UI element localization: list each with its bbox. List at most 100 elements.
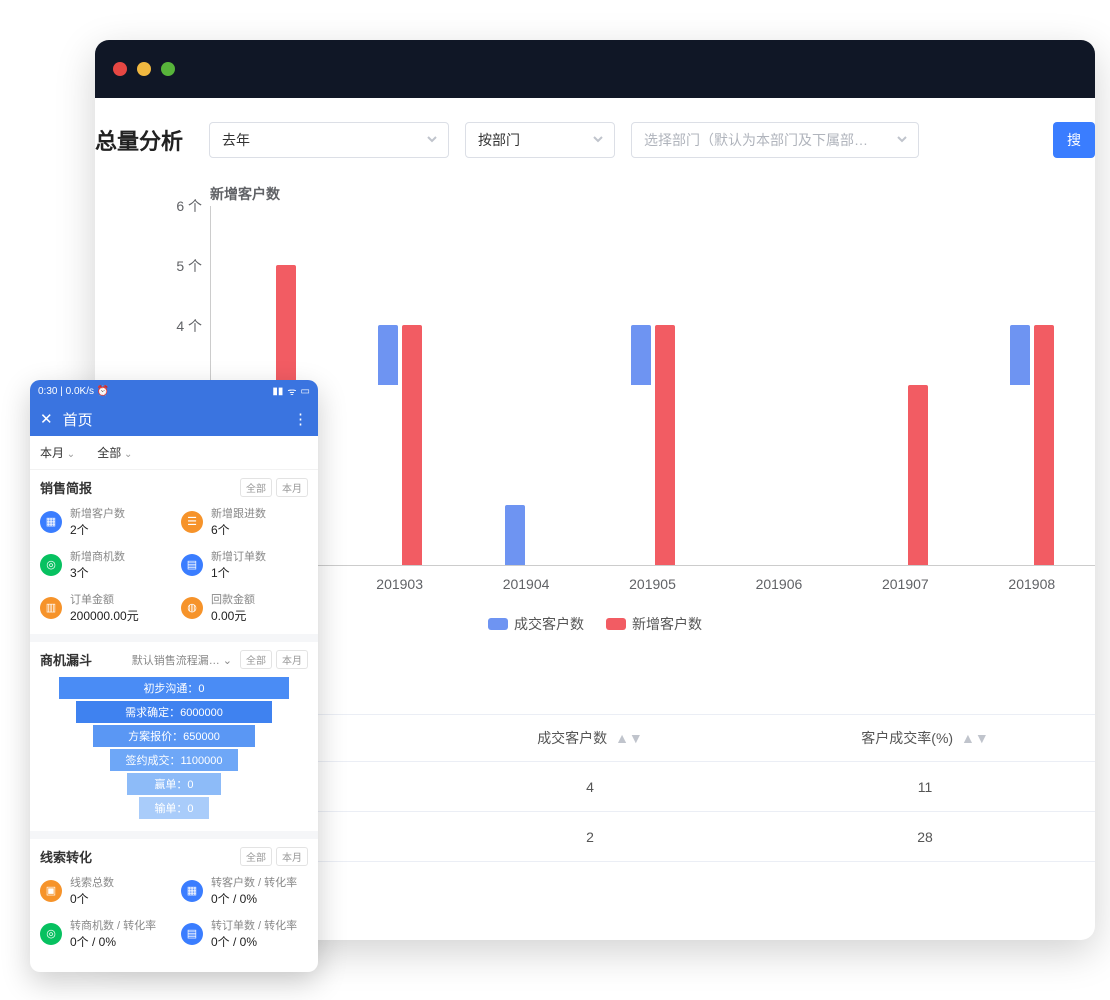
x-tick: 201908 bbox=[1008, 576, 1055, 592]
chip-all[interactable]: 全部 bbox=[240, 847, 272, 866]
bar bbox=[378, 325, 398, 385]
mobile-statusbar: 0:30 | 0.0K/s ⏰ ▮▮ ᯤ ▭ bbox=[30, 380, 318, 402]
stat-value: 6个 bbox=[211, 521, 266, 538]
chip-month[interactable]: 本月 bbox=[276, 478, 308, 497]
close-icon[interactable]: ✕ bbox=[40, 410, 53, 428]
stat-value: 0个 bbox=[70, 890, 114, 907]
window-maximize-icon[interactable] bbox=[161, 62, 175, 76]
chart-title: 新增客户数 bbox=[210, 184, 1095, 204]
sort-icon[interactable]: ▲▼ bbox=[615, 736, 643, 741]
divider bbox=[30, 634, 318, 642]
funnel-stage: 方案报价：650000 bbox=[93, 725, 255, 747]
bar bbox=[1010, 325, 1030, 385]
bar bbox=[402, 325, 422, 565]
window-close-icon[interactable] bbox=[113, 62, 127, 76]
toolbar: 总量分析 去年 按部门 选择部门（默认为本部门及下属部… 搜 bbox=[95, 98, 1095, 158]
chip-all[interactable]: 全部 bbox=[240, 478, 272, 497]
time-range-value: 去年 bbox=[222, 130, 250, 150]
stat-item[interactable]: ◎新增商机数3个 bbox=[40, 548, 167, 581]
th-deal-customers[interactable]: 成交客户数 ▲▼ bbox=[425, 728, 755, 748]
stat-value: 0个 / 0% bbox=[211, 890, 297, 907]
x-tick: 201903 bbox=[376, 576, 423, 592]
stat-item[interactable]: ▦新增客户数2个 bbox=[40, 505, 167, 538]
battery-icon: ▭ bbox=[301, 386, 310, 397]
bar-group bbox=[884, 385, 928, 565]
bar bbox=[655, 325, 675, 565]
stat-item[interactable]: ▥ 订单金额200000.00元 bbox=[40, 591, 167, 624]
mobile-appbar: ✕ 首页 ⋮ bbox=[30, 402, 318, 436]
stat-label: 转客户数 / 转化率 bbox=[211, 874, 297, 890]
bar bbox=[505, 505, 525, 565]
funnel-stage: 签约成交：1100000 bbox=[110, 749, 238, 771]
stat-icon: ▦ bbox=[181, 880, 203, 902]
stat-label: 新增商机数 bbox=[70, 548, 125, 564]
stat-icon: ◍ bbox=[181, 597, 203, 619]
bar-group bbox=[631, 325, 675, 565]
window-titlebar bbox=[95, 40, 1095, 98]
stat-value: 0个 / 0% bbox=[211, 933, 297, 950]
stat-icon: ☰ bbox=[181, 511, 203, 533]
stat-value: 0.00元 bbox=[211, 607, 255, 624]
x-axis: 2019022019032019042019052019062019072019… bbox=[210, 572, 1095, 596]
window-minimize-icon[interactable] bbox=[137, 62, 151, 76]
funnel-selector[interactable]: 默认销售流程漏… ⌄ bbox=[132, 652, 232, 668]
stat-label: 订单金额 bbox=[70, 591, 139, 607]
stat-label: 转商机数 / 转化率 bbox=[70, 917, 156, 933]
th-deal-rate[interactable]: 客户成交率(%) ▲▼ bbox=[755, 728, 1095, 748]
td-rate: 28 bbox=[755, 829, 1095, 845]
bar-group bbox=[378, 325, 422, 565]
legend-item-deal: 成交客户数 bbox=[488, 614, 584, 634]
stat-item[interactable]: ☰ 新增跟进数6个 bbox=[181, 505, 308, 538]
sales-brief-section: 销售简报 全部 本月 ▦新增客户数2个 ☰ 新增跟进数6个 ◎新增商机数3个 ▤新增订单… bbox=[30, 470, 318, 634]
legend-label: 新增客户数 bbox=[632, 616, 702, 632]
stat-value: 1个 bbox=[211, 564, 266, 581]
filter-month[interactable]: 本月 bbox=[40, 444, 75, 461]
bar-group bbox=[1010, 325, 1054, 565]
stat-icon: ▥ bbox=[40, 597, 62, 619]
legend-item-new: 新增客户数 bbox=[606, 614, 702, 634]
legend-swatch-red bbox=[606, 618, 626, 630]
stat-item[interactable]: ▦ 转客户数 / 转化率0个 / 0% bbox=[181, 874, 308, 907]
stat-label: 转订单数 / 转化率 bbox=[211, 917, 297, 933]
funnel-stage: 赢单：0 bbox=[127, 773, 221, 795]
time-range-select[interactable]: 去年 bbox=[209, 122, 449, 158]
stat-label: 新增跟进数 bbox=[211, 505, 266, 521]
department-select[interactable]: 选择部门（默认为本部门及下属部… bbox=[631, 122, 919, 158]
section-title: 商机漏斗 bbox=[40, 650, 92, 669]
x-tick: 201907 bbox=[882, 576, 929, 592]
stat-label: 回款金额 bbox=[211, 591, 255, 607]
stat-value: 200000.00元 bbox=[70, 607, 139, 624]
group-by-select[interactable]: 按部门 bbox=[465, 122, 615, 158]
filter-all[interactable]: 全部 bbox=[97, 444, 132, 461]
stat-label: 新增客户数 bbox=[70, 505, 125, 521]
stat-item[interactable]: ◎转商机数 / 转化率0个 / 0% bbox=[40, 917, 167, 950]
chevron-down-icon bbox=[592, 132, 604, 148]
funnel-stage: 输单：0 bbox=[139, 797, 209, 819]
funnel-chart: 初步沟通：0需求确定：6000000方案报价：650000签约成交：110000… bbox=[59, 677, 289, 819]
chip-month[interactable]: 本月 bbox=[276, 650, 308, 669]
funnel-section: 商机漏斗 默认销售流程漏… ⌄ 全部 本月 初步沟通：0需求确定：6000000… bbox=[30, 642, 318, 831]
td-rate: 11 bbox=[755, 779, 1095, 795]
stat-value: 3个 bbox=[70, 564, 125, 581]
stat-item[interactable]: ▤转订单数 / 转化率0个 / 0% bbox=[181, 917, 308, 950]
search-button[interactable]: 搜 bbox=[1053, 122, 1095, 158]
department-placeholder: 选择部门（默认为本部门及下属部… bbox=[644, 130, 868, 150]
chevron-down-icon bbox=[896, 132, 908, 148]
legend-label: 成交客户数 bbox=[514, 616, 584, 632]
y-tick: 6 个 bbox=[176, 196, 202, 216]
section-title: 销售简报 bbox=[40, 478, 92, 497]
x-tick: 201904 bbox=[503, 576, 550, 592]
stat-item[interactable]: ▤新增订单数1个 bbox=[181, 548, 308, 581]
signal-icon: ▮▮ bbox=[272, 386, 283, 397]
sort-icon[interactable]: ▲▼ bbox=[961, 736, 989, 741]
lead-convert-section: 线索转化 全部 本月 ▣线索总数0个▦转客户数 / 转化率0个 / 0%◎转商机… bbox=[30, 839, 318, 960]
stat-item[interactable]: ◍ 回款金额0.00元 bbox=[181, 591, 308, 624]
more-icon[interactable]: ⋮ bbox=[293, 410, 308, 428]
legend-swatch-blue bbox=[488, 618, 508, 630]
chip-all[interactable]: 全部 bbox=[240, 650, 272, 669]
page-title: 总量分析 bbox=[95, 124, 183, 156]
mobile-device: 0:30 | 0.0K/s ⏰ ▮▮ ᯤ ▭ ✕ 首页 ⋮ 本月 全部 销售简报… bbox=[30, 380, 318, 972]
stat-item[interactable]: ▣线索总数0个 bbox=[40, 874, 167, 907]
chip-month[interactable]: 本月 bbox=[276, 847, 308, 866]
x-tick: 201905 bbox=[629, 576, 676, 592]
